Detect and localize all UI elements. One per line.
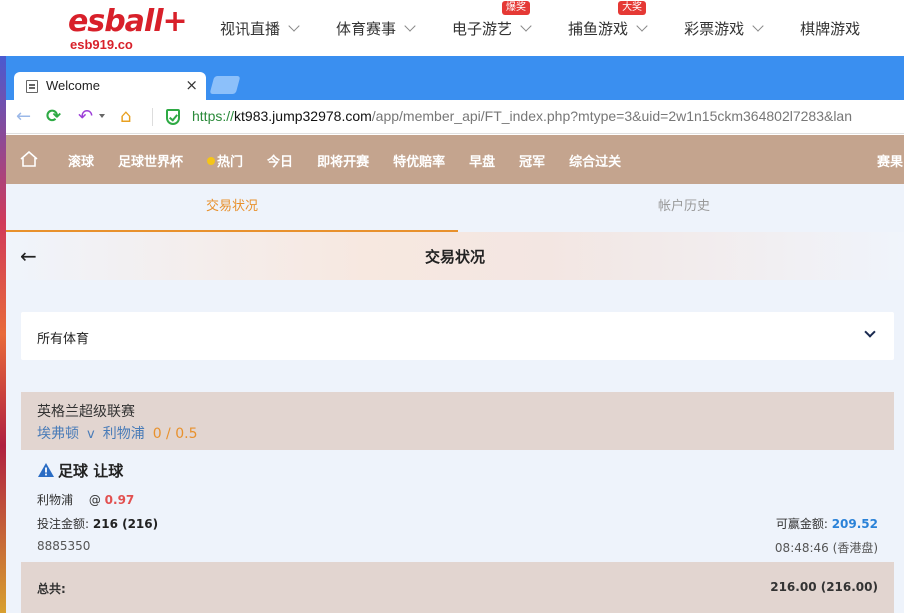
new-tab-button[interactable] [209, 76, 241, 94]
sport-filter-select[interactable]: 所有体育 [21, 312, 894, 360]
chevron-down-icon [864, 326, 876, 338]
total-label: 总共: [37, 582, 66, 596]
caret-down-icon[interactable] [99, 114, 105, 118]
tab-title: Welcome [46, 78, 100, 93]
sports-item-label: 热门 [217, 155, 244, 170]
site-header: esball+ esb919.co 视讯直播 体育赛事 爆奖电子游艺 大奖捕鱼游… [0, 0, 904, 56]
vs-label: v [87, 427, 95, 442]
at-symbol: @ [88, 493, 101, 507]
home-team: 埃弗顿 [37, 426, 79, 442]
bet-card-header: 英格兰超级联赛 埃弗顿 v 利物浦 0 / 0.5 [21, 392, 894, 450]
sports-item-early[interactable]: 早盘 [469, 151, 495, 170]
sports-item-hot[interactable]: 热门 [207, 151, 243, 170]
logo-subtext: esb919.co [70, 37, 133, 52]
nav-badge: 大奖 [618, 1, 647, 15]
page-icon [26, 80, 38, 93]
site-nav-label: 电子游艺 [452, 20, 513, 38]
logo-text: esball+ [68, 4, 188, 39]
page-title: 交易状况 [424, 248, 485, 266]
away-team: 利物浦 [102, 426, 145, 442]
site-nav: 视讯直播 体育赛事 爆奖电子游艺 大奖捕鱼游戏 彩票游戏 棋牌游戏 [220, 1, 898, 39]
home-icon[interactable] [20, 151, 38, 167]
url-input[interactable]: https://kt983.jump32978.com/app/member_a… [192, 108, 852, 124]
bet-selection: 利物浦 @ 0.97 [37, 491, 134, 508]
stake-amount: 投注金额: 216 (216) [37, 515, 158, 532]
site-logo[interactable]: esball+ esb919.co [68, 4, 188, 54]
sports-nav: 滚球 足球世界杯 热门 今日 即将开赛 特优赔率 早盘 冠军 综合过关 赛果 [6, 135, 904, 184]
refresh-icon[interactable]: ⟳ [46, 107, 61, 127]
bet-type: 足球 让球 [37, 460, 123, 481]
tab-account-history[interactable]: 帐户历史 [458, 184, 904, 232]
page-header: ← 交易状况 [6, 232, 904, 280]
sports-item-worldcup[interactable]: 足球世界杯 [118, 151, 183, 170]
match-teams: 埃弗顿 v 利物浦 0 / 0.5 [37, 423, 198, 443]
sports-item-today[interactable]: 今日 [267, 151, 293, 170]
site-nav-fishing[interactable]: 大奖捕鱼游戏 [568, 1, 648, 39]
sports-item-upcoming[interactable]: 即将开赛 [317, 151, 369, 170]
chevron-down-icon [288, 20, 300, 32]
sports-menu: 滚球 足球世界杯 热门 今日 即将开赛 特优赔率 早盘 冠军 综合过关 [68, 151, 645, 170]
stake-label: 投注金额: [37, 517, 90, 531]
url-host: kt983.jump32978.com [234, 108, 372, 124]
site-nav-label: 捕鱼游戏 [568, 20, 629, 38]
site-nav-label: 彩票游戏 [684, 20, 745, 38]
tab-transaction-status[interactable]: 交易状况 [6, 184, 458, 232]
selection-team: 利物浦 [37, 493, 74, 507]
site-nav-lottery[interactable]: 彩票游戏 [684, 18, 764, 39]
sports-item-live[interactable]: 滚球 [68, 151, 94, 170]
address-bar: ← ⟳ ↶ ⌂ https://kt983.jump32978.com/app/… [6, 100, 904, 134]
hot-icon [207, 157, 216, 165]
sport-filter-value: 所有体育 [37, 332, 90, 347]
shield-icon[interactable] [166, 109, 180, 125]
warning-icon [37, 462, 55, 478]
site-nav-chess[interactable]: 棋牌游戏 [800, 18, 860, 39]
chevron-down-icon [404, 20, 416, 32]
site-nav-label: 棋牌游戏 [800, 20, 861, 38]
handicap-line: 0 / 0.5 [152, 426, 198, 442]
sports-item-parlay[interactable]: 综合过关 [569, 151, 621, 170]
bet-type-label: 足球 让球 [58, 462, 124, 480]
win-label: 可赢金额: [775, 517, 828, 531]
site-nav-label: 视讯直播 [220, 20, 281, 38]
ticket-time: 08:48:46 (香港盘) [774, 541, 878, 555]
odds-value: 0.97 [104, 493, 135, 507]
home-icon[interactable]: ⌂ [120, 107, 131, 127]
bet-card: 英格兰超级联赛 埃弗顿 v 利物浦 0 / 0.5 足球 让球 利物浦 @ 0.97 … [21, 392, 894, 613]
site-nav-sports[interactable]: 体育赛事 [336, 18, 416, 39]
site-nav-label: 体育赛事 [336, 20, 397, 38]
chevron-down-icon [520, 20, 532, 32]
divider [152, 108, 153, 126]
sports-item-results[interactable]: 赛果 [877, 151, 903, 170]
ticket-id: 8885350 [37, 539, 91, 553]
undo-icon[interactable]: ↶ [78, 107, 93, 127]
sub-tabs: 交易状况 帐户历史 [6, 184, 904, 232]
tab-bar: Welcome × [6, 56, 904, 100]
stake-value: 216 (216) [92, 517, 159, 531]
win-value: 209.52 [831, 517, 878, 531]
chevron-down-icon [636, 20, 648, 32]
site-nav-live[interactable]: 视讯直播 [220, 18, 300, 39]
url-protocol: https:// [192, 108, 235, 124]
sports-item-outright[interactable]: 冠军 [519, 151, 545, 170]
browser-window: Welcome × ← ⟳ ↶ ⌂ https://kt983.jump3297… [6, 56, 904, 613]
potential-win: 可赢金额: 209.52 [776, 515, 878, 532]
browser-tab[interactable]: Welcome × [14, 72, 206, 100]
back-arrow-icon[interactable]: ← [16, 107, 31, 127]
close-icon[interactable]: × [185, 76, 198, 94]
site-nav-slots[interactable]: 爆奖电子游艺 [452, 1, 532, 39]
league-name: 英格兰超级联赛 [37, 404, 135, 420]
chevron-down-icon [752, 20, 764, 32]
total-bar: 总共: 216.00 (216.00) [21, 562, 894, 613]
nav-badge: 爆奖 [502, 1, 531, 15]
sports-item-best-odds[interactable]: 特优赔率 [393, 151, 445, 170]
total-value: 216.00 (216.00) [770, 580, 878, 594]
url-path: /app/member_api/FT_index.php?mtype=3&uid… [371, 108, 853, 124]
